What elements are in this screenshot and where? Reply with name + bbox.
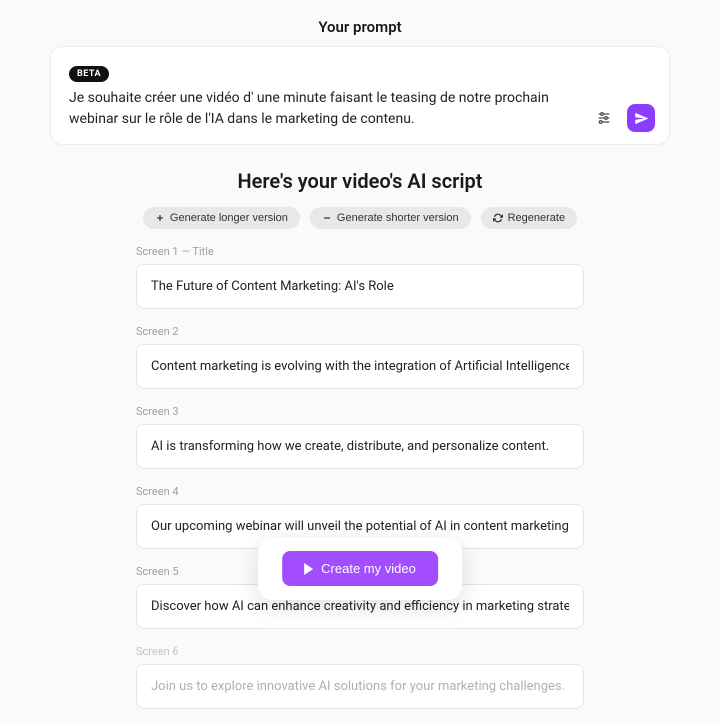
generate-shorter-label: Generate shorter version [337, 212, 459, 224]
generate-longer-button[interactable]: Generate longer version [143, 207, 300, 229]
sliders-icon [596, 110, 612, 126]
prompt-text[interactable]: Je souhaite créer une vidéo d' une minut… [69, 88, 651, 130]
settings-button[interactable] [591, 105, 617, 131]
regenerate-label: Regenerate [508, 212, 566, 224]
refresh-icon [493, 213, 503, 223]
screen-label: Screen 6 [136, 645, 584, 658]
prompt-card: BETA Je souhaite créer une vidéo d' une … [50, 46, 670, 145]
create-video-button[interactable]: Create my video [282, 551, 438, 586]
script-actions: Generate longer version Generate shorter… [50, 207, 670, 229]
generate-longer-label: Generate longer version [170, 212, 288, 224]
regenerate-button[interactable]: Regenerate [481, 207, 578, 229]
screen-input[interactable] [136, 264, 584, 309]
send-icon [634, 111, 649, 126]
screen-label: Screen 3 [136, 405, 584, 418]
screen-label: Screen 4 [136, 485, 584, 498]
cta-panel: Create my video [258, 537, 462, 600]
screen-input[interactable] [136, 344, 584, 389]
play-icon [304, 563, 313, 575]
screen-item: Screen 6 [136, 645, 584, 725]
screen-input[interactable] [136, 664, 584, 709]
create-video-label: Create my video [321, 561, 416, 576]
screen-item: Screen 1 — Title [136, 245, 584, 325]
plus-icon [155, 213, 165, 223]
screens-list: Screen 1 — Title Screen 2 Screen 3 Scree… [136, 245, 584, 725]
screen-item: Screen 2 [136, 325, 584, 405]
beta-badge: BETA [69, 66, 109, 82]
script-title: Here's your video's AI script [50, 169, 670, 193]
screen-item: Screen 3 [136, 405, 584, 485]
generate-shorter-button[interactable]: Generate shorter version [310, 207, 471, 229]
screen-label: Screen 2 [136, 325, 584, 338]
minus-icon [322, 213, 332, 223]
prompt-title: Your prompt [50, 18, 670, 36]
screen-input[interactable] [136, 424, 584, 469]
send-button[interactable] [627, 104, 655, 132]
screen-label: Screen 1 — Title [136, 245, 584, 258]
